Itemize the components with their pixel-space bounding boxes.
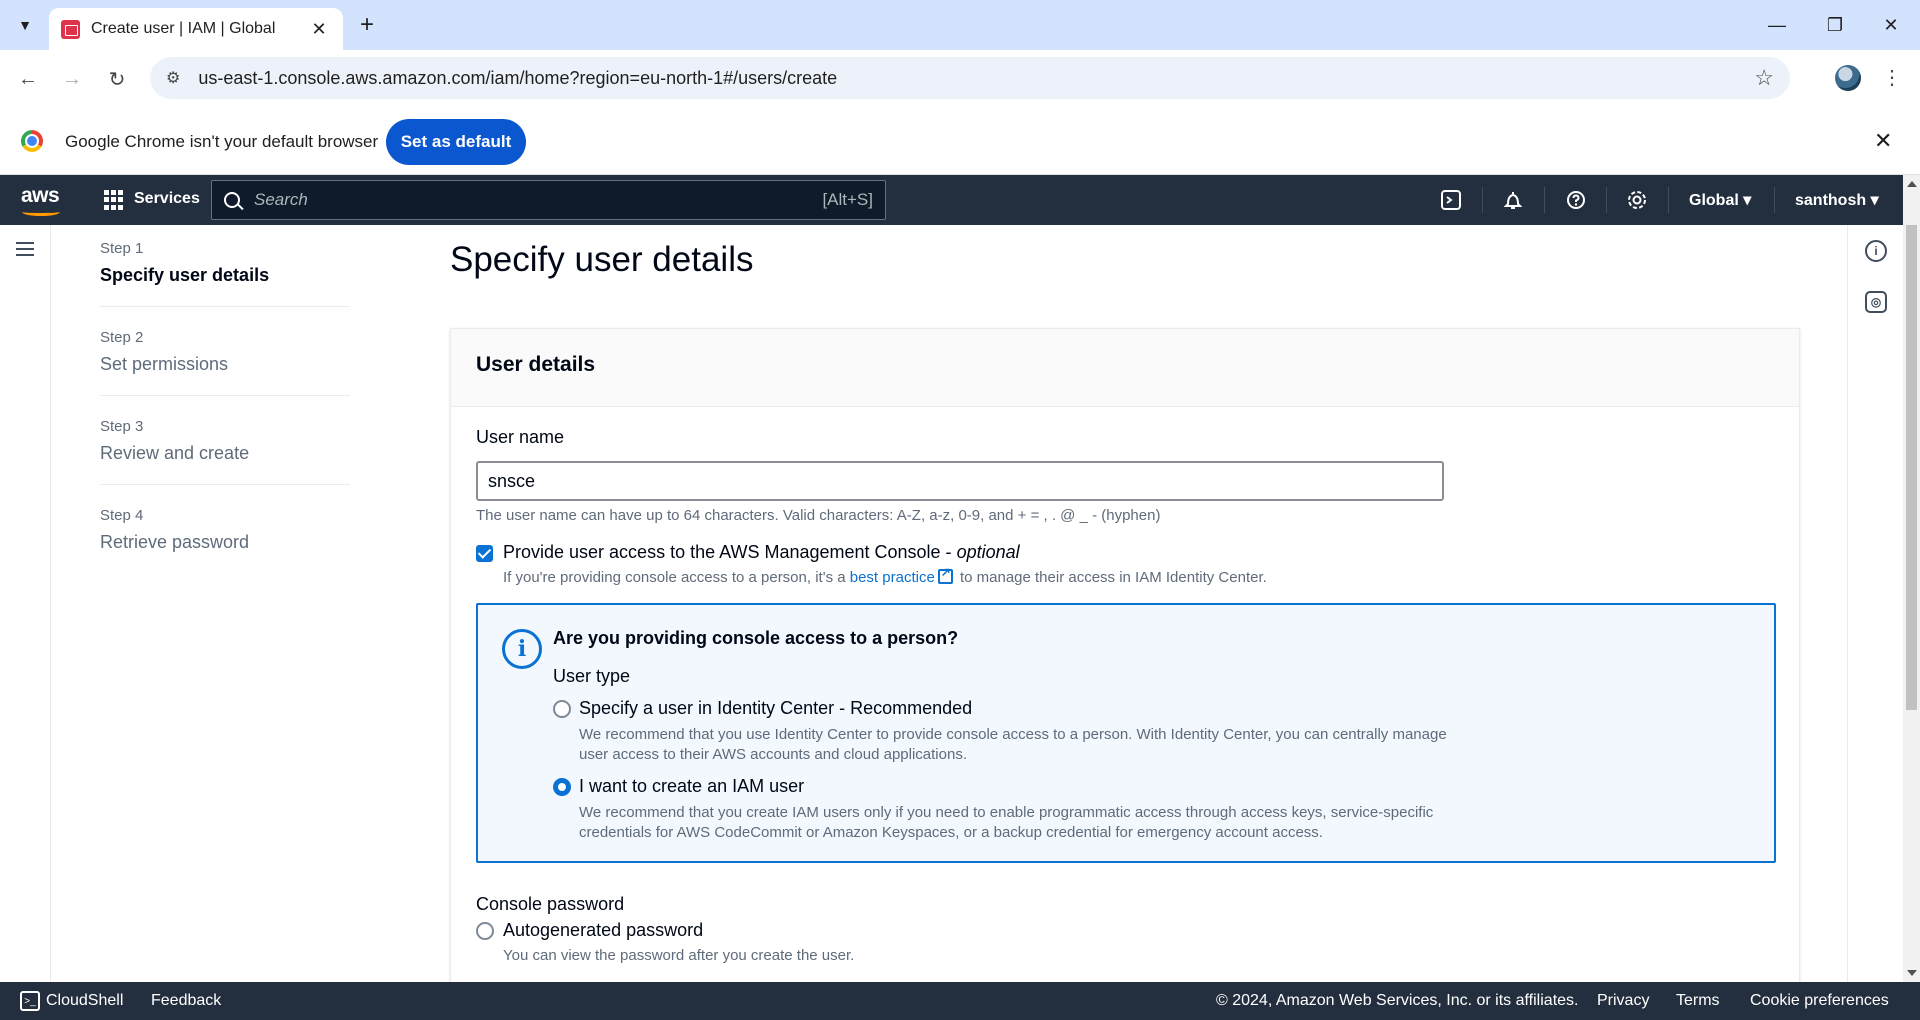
region-selector[interactable]: Global ▾ <box>1689 190 1751 210</box>
iam-favicon-icon <box>61 19 80 39</box>
search-shortcut: [Alt+S] <box>822 190 873 209</box>
infobar-close-icon[interactable]: ✕ <box>1874 128 1892 154</box>
step-title: Retrieve password <box>100 532 250 552</box>
address-bar[interactable]: ⚙ us-east-1.console.aws.amazon.com/iam/h… <box>150 57 1790 99</box>
browser-toolbar: ← → ↻ ⚙ us-east-1.console.aws.amazon.com… <box>0 50 1920 108</box>
user-details-card: User details User name The user name can… <box>450 328 1800 988</box>
chrome-logo-icon <box>21 130 43 152</box>
account-menu[interactable]: santhosh ▾ <box>1795 190 1879 210</box>
card-header: User details <box>451 329 1799 407</box>
tab-close-icon[interactable]: ✕ <box>307 19 331 40</box>
notifications-bell-icon[interactable] <box>1500 187 1526 213</box>
console-access-checkbox[interactable] <box>476 545 493 562</box>
aws-top-nav: aws Services Search [Alt+S] Global ▾ san… <box>0 175 1903 225</box>
step-title: Review and create <box>100 443 250 463</box>
search-icon <box>224 192 240 208</box>
step-title: Set permissions <box>100 354 229 374</box>
console-password-label: Console password <box>476 894 625 914</box>
iam-user-desc: We recommend that you create IAM users o… <box>579 804 1434 841</box>
aws-search-input[interactable]: Search [Alt+S] <box>211 180 886 220</box>
feedback-hexagon-icon[interactable]: ◎ <box>1865 291 1887 313</box>
console-access-hint: If you're providing console access to a … <box>503 565 1267 586</box>
help-icon[interactable] <box>1563 187 1589 213</box>
autogenerated-password-desc: You can view the password after you crea… <box>503 947 855 964</box>
step-3: Step 3 Review and create <box>100 418 350 485</box>
window-close-icon[interactable]: ✕ <box>1862 0 1920 50</box>
wizard-steps: Step 1 Specify user details Step 2 Set p… <box>100 240 350 595</box>
url-text[interactable]: us-east-1.console.aws.amazon.com/iam/hom… <box>198 68 1754 89</box>
iam-user-radio[interactable] <box>553 778 571 796</box>
privacy-link[interactable]: Privacy <box>1597 992 1649 1010</box>
username-label: User name <box>476 427 565 447</box>
step-number: Step 1 <box>100 240 144 257</box>
tools-panel: i ◎ <box>1847 225 1903 982</box>
console-footer: >_ CloudShell Feedback © 2024, Amazon We… <box>0 982 1920 1020</box>
browser-tab[interactable]: Create user | IAM | Global ✕ <box>49 8 343 50</box>
identity-center-label[interactable]: Specify a user in Identity Center - Reco… <box>579 698 972 719</box>
settings-gear-icon[interactable] <box>1624 187 1650 213</box>
step-2: Step 2 Set permissions <box>100 329 350 396</box>
page-title: Specify user details <box>450 240 754 279</box>
step-number: Step 3 <box>100 418 144 435</box>
profile-avatar[interactable] <box>1835 65 1861 91</box>
set-as-default-button[interactable]: Set as default <box>386 119 526 165</box>
reload-icon[interactable]: ↻ <box>101 63 133 95</box>
scrollbar-thumb[interactable] <box>1906 225 1917 710</box>
info-title: Are you providing console access to a pe… <box>553 628 959 648</box>
site-info-icon[interactable]: ⚙ <box>166 68 180 88</box>
autogenerated-password-radio[interactable] <box>476 922 494 940</box>
aws-logo[interactable]: aws <box>21 184 60 216</box>
terms-link[interactable]: Terms <box>1676 992 1720 1010</box>
search-placeholder: Search <box>254 190 308 209</box>
step-number: Step 4 <box>100 507 144 524</box>
best-practice-link[interactable]: best practice <box>850 569 935 586</box>
forward-arrow-icon[interactable]: → <box>56 63 88 95</box>
cloudshell-footer-icon[interactable]: >_ <box>20 991 40 1011</box>
cloudshell-link[interactable]: CloudShell <box>46 992 123 1010</box>
default-browser-infobar: Google Chrome isn't your default browser… <box>0 108 1920 175</box>
username-input[interactable] <box>476 461 1444 501</box>
step-title: Specify user details <box>100 265 270 285</box>
side-nav-rail <box>0 225 51 982</box>
step-4: Step 4 Retrieve password <box>100 507 350 573</box>
page-scrollbar[interactable] <box>1903 175 1920 982</box>
restore-icon[interactable]: ❐ <box>1806 0 1864 50</box>
services-menu[interactable]: Services <box>134 190 200 208</box>
info-panel-icon[interactable]: i <box>1865 240 1887 262</box>
username-hint: The user name can have up to 64 characte… <box>476 507 1161 524</box>
cloudshell-icon[interactable] <box>1438 187 1464 213</box>
new-tab-plus-icon[interactable]: + <box>352 10 382 40</box>
tab-search-chevron-icon[interactable]: ▼ <box>10 10 40 40</box>
external-link-icon <box>937 565 953 584</box>
copyright-text: © 2024, Amazon Web Services, Inc. or its… <box>1216 992 1579 1009</box>
tab-title: Create user | IAM | Global <box>91 20 276 37</box>
console-access-label[interactable]: Provide user access to the AWS Managemen… <box>503 542 1020 563</box>
iam-user-label[interactable]: I want to create an IAM user <box>579 776 804 797</box>
services-grid-icon[interactable] <box>104 190 124 210</box>
info-circle-icon: i <box>502 629 542 669</box>
autogenerated-password-label[interactable]: Autogenerated password <box>503 920 703 941</box>
minimize-icon[interactable]: — <box>1748 0 1806 50</box>
infobar-message: Google Chrome isn't your default browser <box>65 132 379 151</box>
user-type-label: User type <box>553 666 631 686</box>
step-number: Step 2 <box>100 329 144 346</box>
step-1[interactable]: Step 1 Specify user details <box>100 240 350 307</box>
back-arrow-icon[interactable]: ← <box>12 63 44 95</box>
card-title: User details <box>476 353 596 376</box>
cookie-preferences-link[interactable]: Cookie preferences <box>1750 992 1889 1010</box>
browser-tab-bar: ▼ Create user | IAM | Global ✕ + — ❐ ✕ <box>0 0 1920 50</box>
hamburger-menu-icon[interactable] <box>16 242 34 256</box>
console-access-info-box: i Are you providing console access to a … <box>476 603 1776 863</box>
bookmark-star-icon[interactable]: ☆ <box>1754 65 1774 91</box>
feedback-link[interactable]: Feedback <box>151 992 221 1010</box>
identity-center-desc: We recommend that you use Identity Cente… <box>579 726 1447 763</box>
identity-center-radio[interactable] <box>553 700 571 718</box>
chrome-menu-icon[interactable]: ⋮ <box>1882 65 1902 93</box>
